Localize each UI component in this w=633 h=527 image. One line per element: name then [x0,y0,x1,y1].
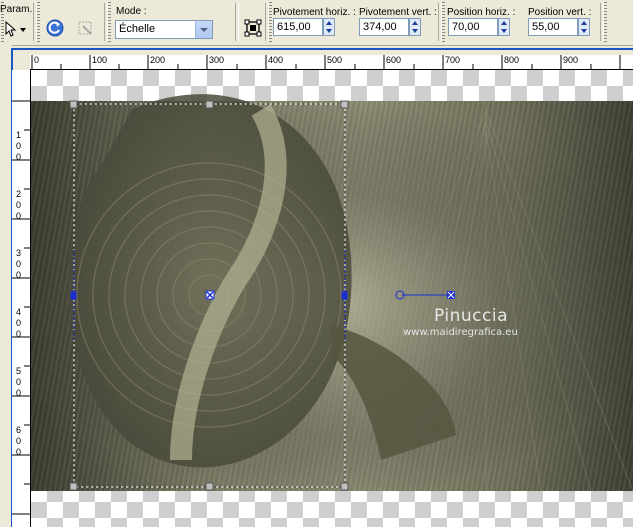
handle-bottom-right[interactable] [340,482,349,491]
ruler-v-label: 6 0 0 [16,425,22,457]
ruler-h-label: 900 [563,55,579,65]
horizontal-ruler: 0 100 200 300 400 500 600 700 800 900 [30,55,633,70]
pos-y-label: Position vert. : [528,7,592,18]
ruler-h-label: 200 [150,55,166,65]
ruler-h-label: 0 [34,55,40,65]
transform-handles-overlay [69,100,455,491]
bounding-box-icon [244,19,262,37]
pivot-y-input[interactable] [359,18,409,36]
ruler-v-label: 3 0 0 [16,248,22,280]
ruler-v-label: 5 0 0 [16,366,22,398]
watermark-title: Pinuccia [434,306,508,326]
cursor-arrow-icon [5,20,26,37]
pos-x-label: Position horiz. : [447,7,516,18]
pos-y-input[interactable] [528,18,578,36]
pos-x-spinner[interactable] [498,18,510,36]
pivot-y-spinner[interactable] [409,18,421,36]
pos-y-spinner[interactable] [578,18,590,36]
handle-bottom-middle[interactable] [205,482,214,491]
pivot-x-input[interactable] [273,18,323,36]
ruler-h-label: 300 [209,55,225,65]
ruler-h-label: 600 [386,55,402,65]
ruler-h-label: 100 [92,55,108,65]
ruler-v-label: 1 0 0 [16,130,22,162]
watermark-url: www.maidiregrafica.eu [403,327,518,338]
apply-transform-button[interactable] [76,18,96,38]
presets-dropdown[interactable] [2,20,28,38]
ruler-h-label: 700 [445,55,461,65]
reset-circle-arrow-icon [46,19,64,37]
handle-bottom-left[interactable] [69,482,78,491]
pivot-x-spinner[interactable] [323,18,335,36]
pick-tool-mode-button[interactable] [244,19,262,37]
pivot-y-label: Pivotement vert. : [359,7,437,18]
rotation-handle[interactable] [395,290,455,300]
transform-grid-icon [78,21,92,35]
pos-x-input[interactable] [448,18,498,36]
ruler-h-label: 500 [327,55,343,65]
pivot-center-handle[interactable] [205,290,215,300]
pivot-x-label: Pivotement horiz. : [273,7,356,18]
ruler-h-label: 400 [268,55,284,65]
ruler-v-label: 4 0 0 [16,307,22,339]
vertical-ruler: 1 0 0 2 0 0 3 0 0 4 0 0 5 0 0 6 0 0 [12,70,31,527]
ruler-v-label: 2 0 0 [16,189,22,221]
mode-select[interactable]: Échelle [115,20,213,39]
ruler-h-label: 800 [504,55,520,65]
handle-top-right[interactable] [340,100,349,109]
reset-button[interactable] [45,18,65,38]
chevron-down-icon [195,21,212,38]
handle-top-left[interactable] [69,100,78,109]
tool-options-toolbar: Param. : Mode : Échelle Pivotement horiz… [0,0,633,46]
handle-top-middle[interactable] [205,100,214,109]
mode-select-value: Échelle [119,23,156,35]
mode-label: Mode : [116,6,147,17]
